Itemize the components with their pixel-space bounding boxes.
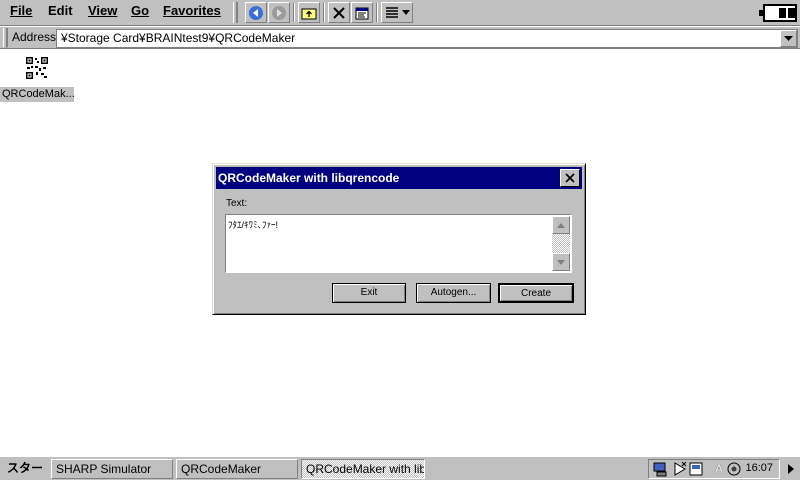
up-folder-icon xyxy=(301,8,317,19)
views-icon xyxy=(385,6,398,18)
taskbar: スタート SHARP Simulator QRCodeMaker QRCodeM… xyxy=(0,456,800,480)
scroll-up-button[interactable] xyxy=(552,216,570,234)
close-icon xyxy=(565,173,575,183)
network-icon[interactable] xyxy=(653,461,669,477)
properties-button[interactable] xyxy=(351,2,373,23)
dialog-title: QRCodeMaker with libqrencode xyxy=(218,171,400,185)
chevron-down-icon xyxy=(401,9,410,15)
text-input-value: ﾌﾀｴ/ｷﾜﾐ､ﾌｧｰ! xyxy=(228,220,279,230)
properties-icon xyxy=(355,7,369,19)
chevron-right-icon xyxy=(788,464,794,474)
volume-icon[interactable] xyxy=(727,462,741,476)
back-icon xyxy=(249,5,263,20)
input-method-letter[interactable]: A xyxy=(715,462,723,476)
menu-file-label: File xyxy=(10,3,33,18)
close-button[interactable] xyxy=(560,169,580,187)
address-bar-grip[interactable] xyxy=(3,28,8,49)
battery-icon xyxy=(759,4,797,22)
up-folder-button[interactable] xyxy=(298,2,320,23)
autogen-button-label: Autogen... xyxy=(430,287,477,298)
chevron-down-icon xyxy=(784,35,793,41)
dialog-title-bar[interactable]: QRCodeMaker with libqrencode xyxy=(216,167,582,189)
text-input[interactable]: ﾌﾀｴ/ｷﾜﾐ､ﾌｧｰ! xyxy=(225,214,572,273)
menu-view[interactable]: View xyxy=(86,2,119,22)
task-qrcodemaker[interactable]: QRCodeMaker xyxy=(176,459,298,479)
task-label: SHARP Simulator xyxy=(56,462,152,476)
text-label: Text: xyxy=(226,198,248,209)
back-button[interactable] xyxy=(245,2,267,23)
create-button-label: Create xyxy=(520,288,551,299)
menu-view-label: View xyxy=(88,3,118,18)
toolbar-grip[interactable] xyxy=(233,2,238,23)
delete-button[interactable] xyxy=(328,2,350,23)
start-button[interactable]: スタート xyxy=(2,459,48,480)
task-label: QRCodeMaker xyxy=(181,462,262,476)
scroll-down-button[interactable] xyxy=(552,253,570,271)
menu-edit[interactable]: Edit xyxy=(46,2,75,22)
qrcodemaker-dialog: QRCodeMaker with libqrencode Text: ﾌﾀｴ/ｷ… xyxy=(212,163,586,315)
card-icon[interactable] xyxy=(689,462,703,476)
address-dropdown-button[interactable] xyxy=(780,30,797,47)
vertical-scrollbar[interactable] xyxy=(552,216,570,271)
taskbar-scroll-button[interactable] xyxy=(784,459,798,479)
forward-icon xyxy=(272,5,286,20)
menu-go[interactable]: Go xyxy=(129,2,151,22)
menu-edit-label: Edit xyxy=(48,3,73,18)
task-label: QRCodeMaker with libqrencode xyxy=(306,462,424,476)
address-field[interactable]: ¥Storage Card¥BRAINtest9¥QRCodeMaker xyxy=(56,29,798,48)
address-label: Address xyxy=(12,30,57,44)
command-bar: File Edit View Go Favorites xyxy=(0,0,800,26)
task-sharp-simulator[interactable]: SHARP Simulator xyxy=(51,459,173,479)
arrow-down-icon xyxy=(557,259,565,265)
forward-button[interactable] xyxy=(268,2,290,23)
sync-icon[interactable] xyxy=(673,461,687,477)
exit-button[interactable]: Exit xyxy=(332,283,406,303)
menu-favorites[interactable]: Favorites xyxy=(161,2,223,22)
autogen-button[interactable]: Autogen... xyxy=(416,283,491,303)
file-item-label: QRCodeMak... xyxy=(0,87,74,102)
address-value: ¥Storage Card¥BRAINtest9¥QRCodeMaker xyxy=(61,31,296,45)
delete-icon xyxy=(333,6,345,19)
arrow-up-icon xyxy=(557,222,565,228)
task-qrcodemaker-libqrencode[interactable]: QRCodeMaker with libqrencode xyxy=(301,459,425,479)
menu-file[interactable]: File xyxy=(8,2,34,22)
menu-favorites-label: Favorites xyxy=(163,3,221,18)
address-bar: Address ¥Storage Card¥BRAINtest9¥QRCodeM… xyxy=(0,26,800,49)
start-button-label: スタート xyxy=(6,461,43,480)
menu-go-label: Go xyxy=(131,3,150,18)
create-button[interactable]: Create xyxy=(498,283,574,303)
qr-code-icon xyxy=(25,56,49,80)
file-item-qrcodemaker[interactable]: QRCodeMak... xyxy=(0,54,76,102)
clock[interactable]: 16:07 xyxy=(745,462,773,474)
exit-button-label: Exit xyxy=(360,287,378,298)
views-dropdown-button[interactable] xyxy=(381,2,413,23)
system-tray: A 16:07 xyxy=(648,459,780,479)
